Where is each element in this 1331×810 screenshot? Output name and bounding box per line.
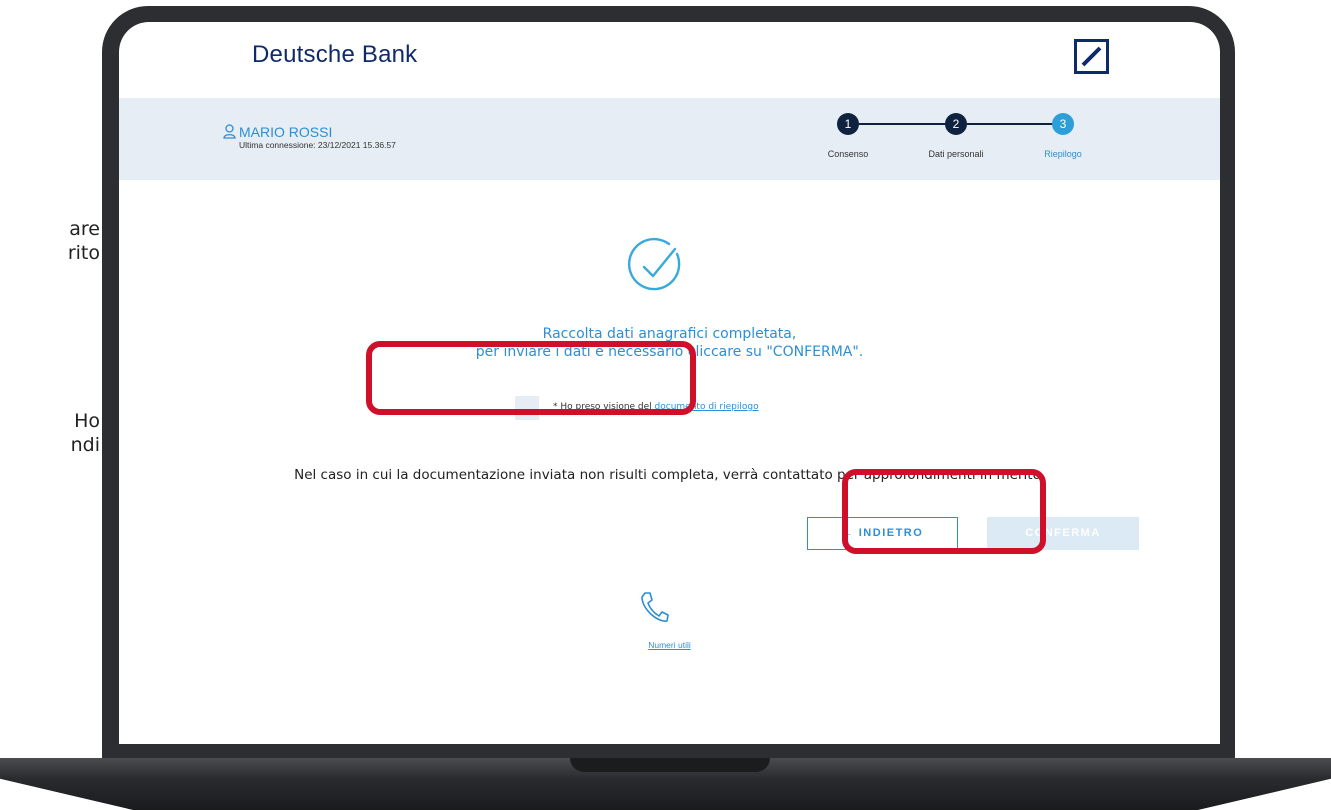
user-icon [223, 124, 236, 144]
step-1-circle: 1 [837, 113, 859, 135]
stepper-line-1 [859, 123, 957, 125]
highlight-consent [366, 341, 696, 415]
step-2-circle: 2 [945, 113, 967, 135]
side-text-4: ndi [70, 434, 100, 456]
deutsche-bank-logo-icon [1074, 39, 1109, 74]
side-text-2: rito [67, 242, 100, 264]
useful-numbers-link[interactable]: Numeri utili [119, 640, 1220, 650]
user-name: MARIO ROSSI [239, 124, 333, 140]
step-3-circle: 3 [1052, 113, 1074, 135]
success-message-line1: Raccolta dati anagrafici completata, [542, 326, 797, 342]
laptop-notch [570, 758, 770, 772]
check-circle-icon [625, 235, 685, 295]
step-2-label: Dati personali [928, 149, 984, 159]
highlight-confirm [842, 469, 1046, 554]
step-3-label: Riepilogo [1044, 149, 1082, 159]
step-1-label: Consenso [827, 149, 869, 159]
info-note: Nel caso in cui la documentazione inviat… [294, 467, 1045, 483]
side-text-3: Ho [74, 410, 100, 432]
phone-icon[interactable] [639, 590, 669, 624]
brand-title: Deutsche Bank [252, 41, 418, 68]
user-info-bar: MARIO ROSSI Ultima connessione: 23/12/20… [119, 98, 1220, 180]
side-text-1: are [69, 218, 100, 240]
last-connection: Ultima connessione: 23/12/2021 15.36.57 [239, 140, 396, 150]
